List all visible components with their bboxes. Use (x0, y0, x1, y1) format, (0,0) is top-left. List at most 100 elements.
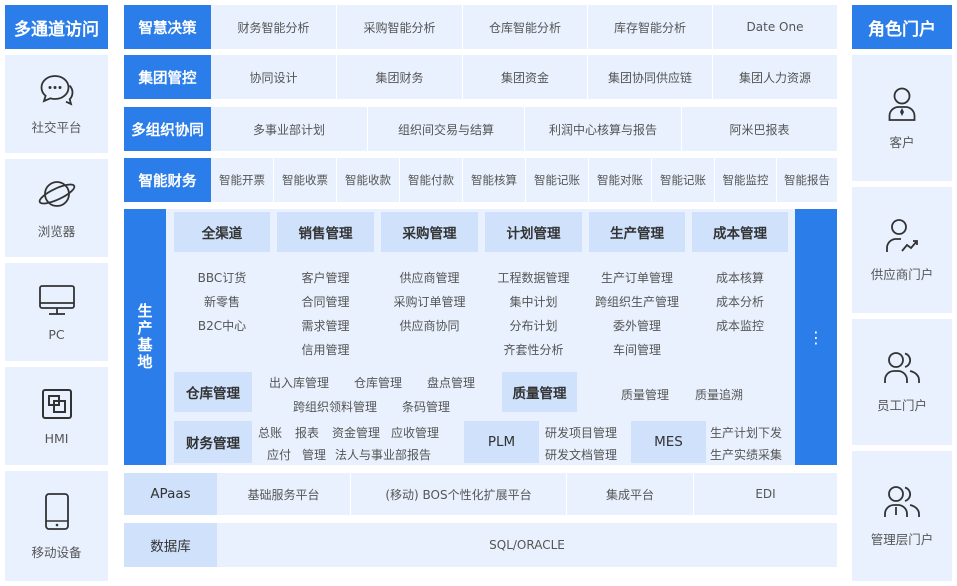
channel-pc[interactable]: PC (5, 263, 108, 361)
mes-title[interactable]: MES (631, 421, 706, 463)
module-sales-title[interactable]: 销售管理 (277, 212, 374, 252)
decision-item[interactable]: 仓库智能分析 (463, 5, 587, 49)
monitor-icon (38, 284, 75, 315)
mes-item[interactable]: 生产计划下发 (710, 424, 782, 441)
supplier-icon (886, 218, 918, 252)
module-item[interactable]: 成本核算 (716, 266, 764, 290)
multiorg-item[interactable]: 组织间交易与结算 (368, 107, 524, 151)
module-item[interactable]: BBC订货 (198, 266, 247, 290)
decision-item[interactable]: Date One (713, 5, 837, 49)
finance-mgmt-item[interactable]: 应收管理 (391, 424, 439, 441)
role-employee[interactable]: 员工门户 (852, 319, 952, 445)
plm-item[interactable]: 研发项目管理 (545, 424, 617, 441)
module-item[interactable]: 采购订单管理 (393, 290, 465, 314)
role-supplier-label: 供应商门户 (870, 266, 934, 282)
decision-item[interactable]: 财务智能分析 (211, 5, 336, 49)
apaas-item[interactable]: EDI (694, 473, 837, 515)
warehouse-item[interactable]: 仓库管理 (354, 374, 402, 391)
module-item[interactable]: 齐套性分析 (503, 338, 563, 362)
module-item[interactable]: 委外管理 (613, 314, 661, 338)
role-management-label: 管理层门户 (870, 531, 934, 547)
group-item[interactable]: 协同设计 (211, 55, 336, 99)
apaas-item[interactable]: 基础服务平台 (217, 473, 350, 515)
channel-social[interactable]: 社交平台 (5, 55, 108, 153)
mes-item[interactable]: 生产实绩采集 (710, 446, 782, 463)
finance-mgmt-item[interactable]: 总账 (258, 424, 282, 441)
finance-item[interactable]: 智能记账 (652, 158, 714, 202)
finance-item[interactable]: 智能报告 (777, 158, 837, 202)
finance-row-title: 智能财务 (124, 158, 211, 202)
finance-item[interactable]: 智能核算 (463, 158, 525, 202)
module-item[interactable]: 信用管理 (301, 338, 349, 362)
warehouse-item[interactable]: 条码管理 (402, 398, 450, 415)
finance-mgmt-item[interactable]: 法人与事业部报告 (335, 446, 431, 463)
finance-item[interactable]: 智能收票 (274, 158, 336, 202)
warehouse-item[interactable]: 出入库管理 (269, 374, 329, 391)
channel-social-label: 社交平台 (31, 119, 82, 135)
decision-item[interactable]: 采购智能分析 (337, 5, 462, 49)
finance-item[interactable]: 智能记账 (526, 158, 588, 202)
module-cost-title[interactable]: 成本管理 (692, 212, 788, 252)
module-planning-body: 工程数据管理 集中计划 分布计划 齐套性分析 (485, 254, 582, 362)
finance-item[interactable]: 智能监控 (715, 158, 776, 202)
warehouse-item[interactable]: 盘点管理 (427, 374, 475, 391)
finance-item[interactable]: 智能付款 (400, 158, 462, 202)
plm-item[interactable]: 研发文档管理 (545, 446, 617, 463)
module-purchase-body: 供应商管理 采购订单管理 供应商协同 (381, 254, 478, 362)
group-item[interactable]: 集团财务 (337, 55, 462, 99)
production-more-button[interactable]: ⋮ (795, 209, 837, 465)
module-production-title[interactable]: 生产管理 (589, 212, 685, 252)
role-customer[interactable]: 客户 (852, 55, 952, 181)
group-item[interactable]: 集团协同供应链 (588, 55, 712, 99)
module-omnichannel-title[interactable]: 全渠道 (174, 212, 270, 252)
role-management[interactable]: 管理层门户 (852, 451, 952, 581)
module-planning-title[interactable]: 计划管理 (485, 212, 582, 252)
module-item[interactable]: 跨组织生产管理 (595, 290, 679, 314)
module-item[interactable]: 工程数据管理 (497, 266, 569, 290)
multiorg-item[interactable]: 多事业部计划 (211, 107, 367, 151)
module-item[interactable]: 车间管理 (613, 338, 661, 362)
quality-title[interactable]: 质量管理 (502, 372, 577, 412)
module-item[interactable]: 供应商管理 (399, 266, 459, 290)
module-production-body: 生产订单管理 跨组织生产管理 委外管理 车间管理 (589, 254, 685, 362)
quality-item[interactable]: 质量追溯 (695, 386, 743, 403)
channel-browser[interactable]: 浏览器 (5, 159, 108, 257)
finance-mgmt-item[interactable]: 应付 (267, 446, 291, 463)
finance-mgmt-item[interactable]: 资金管理 (332, 424, 380, 441)
plm-title[interactable]: PLM (464, 421, 539, 463)
module-item[interactable]: B2C中心 (198, 314, 246, 338)
module-purchase-title[interactable]: 采购管理 (381, 212, 478, 252)
warehouse-item[interactable]: 跨组织领料管理 (293, 398, 377, 415)
apaas-item[interactable]: (移动) BOS个性化扩展平台 (351, 473, 566, 515)
finance-mgmt-item[interactable]: 管理 (302, 446, 326, 463)
group-item[interactable]: 集团资金 (463, 55, 587, 99)
channel-mobile[interactable]: 移动设备 (5, 471, 108, 581)
finance-item[interactable]: 智能对账 (589, 158, 651, 202)
finance-mgmt-item[interactable]: 报表 (295, 424, 319, 441)
multiorg-item[interactable]: 利润中心核算与报告 (525, 107, 681, 151)
module-item[interactable]: 新零售 (204, 290, 240, 314)
module-item[interactable]: 成本分析 (716, 290, 764, 314)
module-item[interactable]: 生产订单管理 (601, 266, 673, 290)
multiorg-item[interactable]: 阿米巴报表 (682, 107, 837, 151)
module-item[interactable]: 分布计划 (509, 314, 557, 338)
apaas-item[interactable]: 集成平台 (567, 473, 693, 515)
module-item[interactable]: 合同管理 (301, 290, 349, 314)
module-item[interactable]: 客户管理 (301, 266, 349, 290)
decision-item[interactable]: 库存智能分析 (588, 5, 712, 49)
database-title: 数据库 (124, 523, 217, 567)
quality-item[interactable]: 质量管理 (621, 386, 669, 403)
module-item[interactable]: 需求管理 (301, 314, 349, 338)
group-item[interactable]: 集团人力资源 (713, 55, 837, 99)
module-item[interactable]: 供应商协同 (399, 314, 459, 338)
role-supplier[interactable]: 供应商门户 (852, 187, 952, 313)
channel-hmi-label: HMI (44, 430, 69, 446)
channel-hmi[interactable]: HMI (5, 367, 108, 465)
finance-item[interactable]: 智能开票 (211, 158, 273, 202)
finance-item[interactable]: 智能收款 (337, 158, 399, 202)
finance-mgmt-title[interactable]: 财务管理 (174, 421, 252, 463)
warehouse-title[interactable]: 仓库管理 (174, 372, 252, 412)
module-item[interactable]: 集中计划 (509, 290, 557, 314)
management-icon (884, 485, 920, 517)
module-item[interactable]: 成本监控 (716, 314, 764, 338)
